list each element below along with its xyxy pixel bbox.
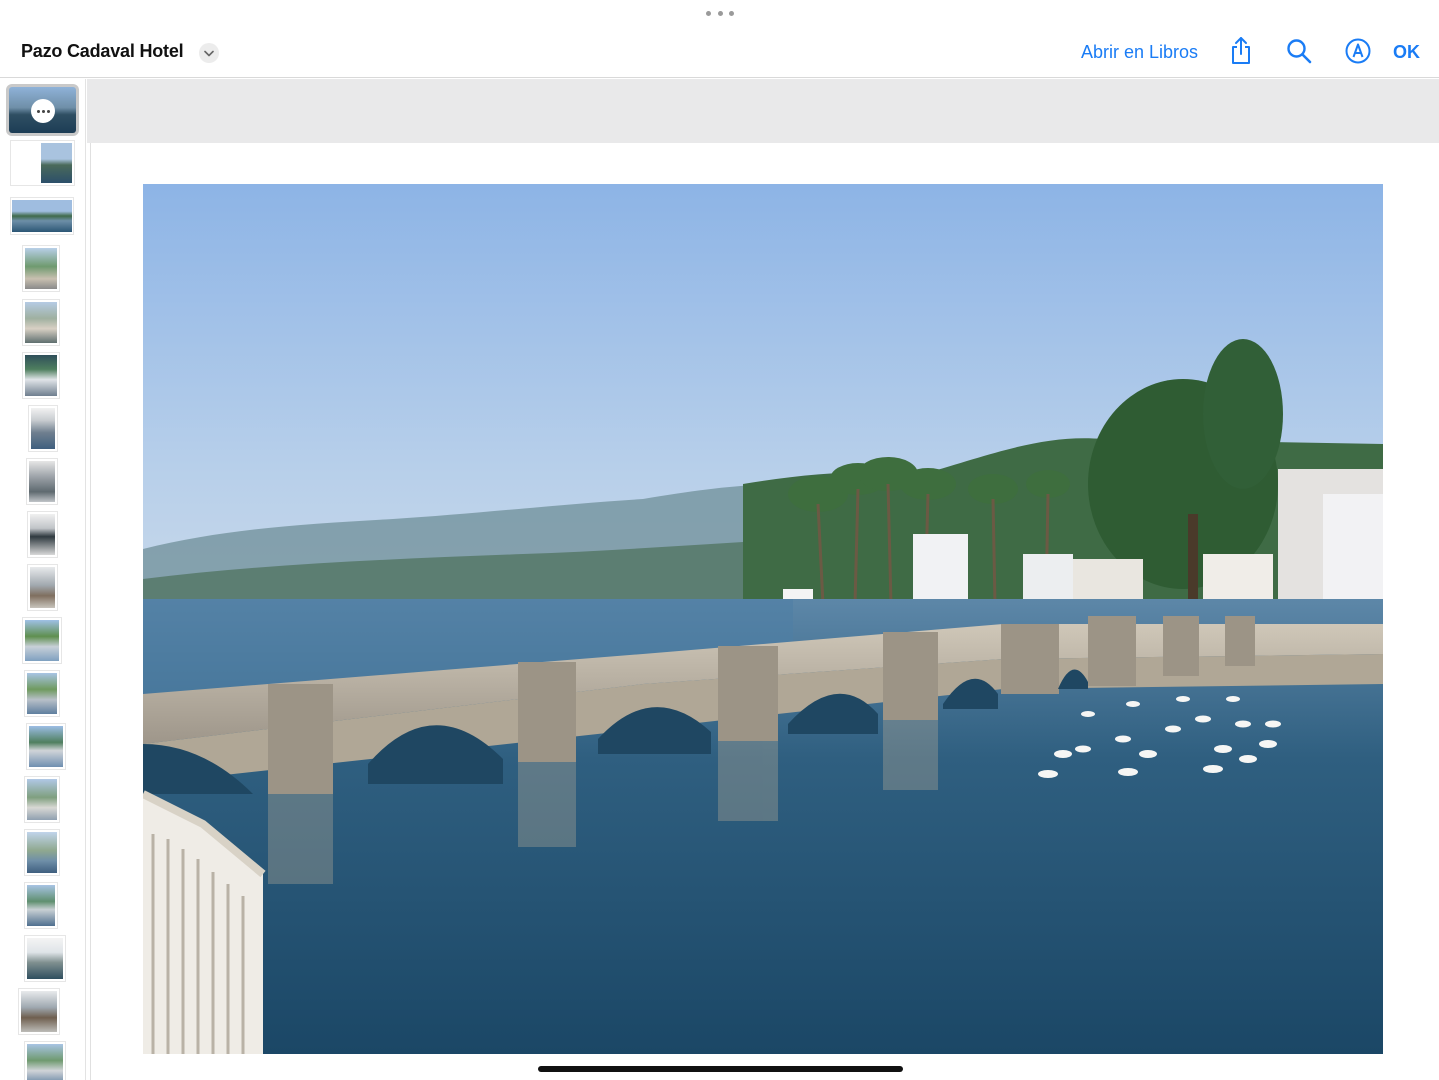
search-icon[interactable] bbox=[1284, 36, 1314, 66]
thumbnail-page-12[interactable] bbox=[25, 671, 59, 716]
thumbnail-page-14[interactable] bbox=[25, 777, 59, 822]
thumbnail-image bbox=[27, 832, 57, 873]
more-options-icon[interactable] bbox=[31, 99, 55, 123]
thumbnail-page-17[interactable] bbox=[25, 936, 65, 981]
thumbnail-page-11[interactable] bbox=[23, 618, 61, 663]
thumbnail-page-3[interactable] bbox=[11, 198, 73, 234]
thumbnail-image bbox=[29, 461, 55, 502]
thumbnail-image bbox=[27, 1044, 63, 1080]
page-photo bbox=[143, 184, 1383, 1054]
thumbnail-image bbox=[25, 355, 57, 396]
thumbnail-page-18[interactable] bbox=[19, 989, 59, 1034]
thumbnail-image bbox=[30, 514, 55, 555]
chevron-down-icon[interactable] bbox=[199, 43, 219, 63]
thumbnail-image bbox=[31, 408, 55, 449]
thumbnail-image bbox=[12, 200, 72, 232]
thumbnail-page-5[interactable] bbox=[23, 300, 59, 345]
thumbnail-page-16[interactable] bbox=[25, 883, 57, 928]
thumbnail-image bbox=[29, 726, 63, 767]
pdf-viewer-window: Pazo Cadaval Hotel Abrir en Libros OK bbox=[0, 0, 1439, 1080]
thumbnail-image bbox=[27, 779, 57, 820]
thumbnail-page-13[interactable] bbox=[27, 724, 65, 769]
top-toolbar: Pazo Cadaval Hotel Abrir en Libros OK bbox=[0, 0, 1439, 78]
thumbnail-image bbox=[41, 143, 72, 183]
markup-icon[interactable] bbox=[1343, 36, 1373, 66]
thumbnail-page-2[interactable] bbox=[11, 141, 74, 185]
thumbnail-image bbox=[27, 885, 55, 926]
open-in-books-button[interactable]: Abrir en Libros bbox=[1081, 42, 1198, 63]
thumbnail-image bbox=[25, 620, 59, 661]
thumbnail-page-6[interactable] bbox=[23, 353, 59, 398]
thumbnail-image bbox=[30, 567, 55, 608]
thumbnail-image bbox=[25, 248, 57, 289]
thumbnail-page-4[interactable] bbox=[23, 246, 59, 291]
done-button[interactable]: OK bbox=[1393, 42, 1420, 63]
page-thumbnail-sidebar[interactable] bbox=[0, 79, 86, 1080]
viewer-background bbox=[87, 79, 1439, 143]
thumbnail-image bbox=[21, 991, 57, 1032]
thumbnail-page-9[interactable] bbox=[28, 512, 57, 557]
thumbnail-image bbox=[27, 938, 63, 979]
multitasking-grabber-icon[interactable] bbox=[706, 6, 734, 20]
thumbnail-image bbox=[27, 673, 57, 714]
thumbnail-page-1-selected[interactable] bbox=[6, 84, 79, 136]
thumbnail-page-15[interactable] bbox=[25, 830, 59, 875]
thumbnail-page-19[interactable] bbox=[25, 1042, 65, 1080]
thumbnail-page-8[interactable] bbox=[27, 459, 57, 504]
thumbnail-page-7[interactable] bbox=[29, 406, 57, 451]
thumbnail-page-10[interactable] bbox=[28, 565, 57, 610]
share-icon[interactable] bbox=[1226, 36, 1256, 66]
document-title[interactable]: Pazo Cadaval Hotel bbox=[21, 41, 184, 62]
home-indicator[interactable] bbox=[538, 1066, 903, 1072]
thumbnail-image bbox=[25, 302, 57, 343]
